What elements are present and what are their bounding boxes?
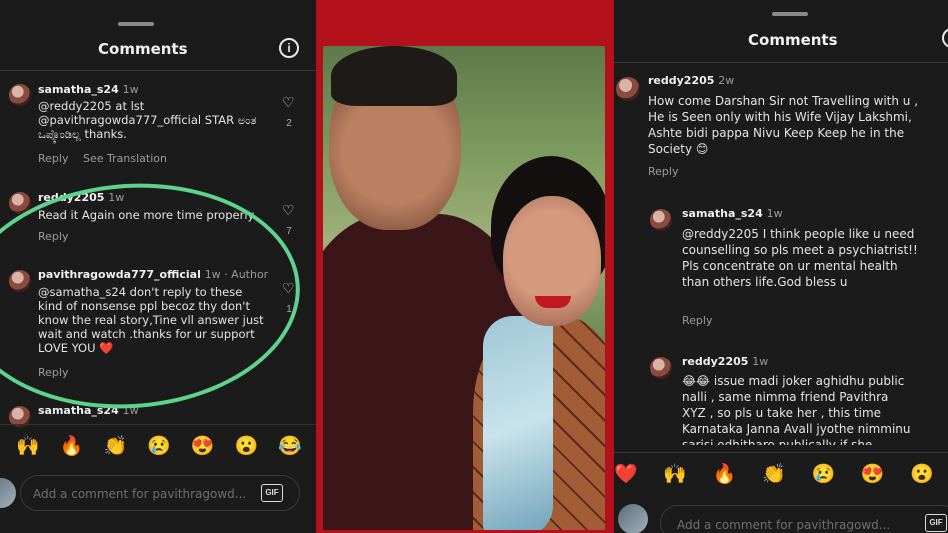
- comment-username[interactable]: samatha_s24 1w: [38, 83, 139, 96]
- emoji-button[interactable]: 🙌: [663, 462, 687, 486]
- woman-scarf: [483, 316, 553, 530]
- comment-username[interactable]: reddy2205 1w: [38, 191, 124, 204]
- emoji-button[interactable]: 😢: [812, 462, 836, 486]
- comment-text: @reddy2205 at lst @pavithragowda777_offi…: [38, 99, 257, 141]
- comments-title: Comments: [98, 40, 188, 58]
- emoji-divider: [0, 424, 316, 425]
- add-comment-input[interactable]: Add a comment for pavithragowd... GIF: [660, 505, 948, 533]
- avatar[interactable]: [9, 270, 31, 292]
- like-heart-icon[interactable]: ♡: [282, 280, 295, 297]
- reply-button[interactable]: Reply: [38, 366, 68, 379]
- avatar[interactable]: [616, 77, 640, 101]
- man-hair: [331, 46, 457, 106]
- photo-frame: [316, 0, 614, 533]
- add-comment-placeholder: Add a comment for pavithragowd...: [677, 518, 891, 532]
- like-count: 2: [286, 118, 292, 129]
- comment-text: 😂😂 issue madi joker aghidhu public nalli…: [682, 374, 911, 445]
- emoji-button[interactable]: 😍: [861, 462, 885, 486]
- emoji-reaction-bar: ❤️ 🙌 🔥 👏 😢 😍 😮: [614, 462, 934, 486]
- avatar[interactable]: [9, 192, 31, 214]
- emoji-button[interactable]: ❤️: [614, 462, 638, 486]
- like-count: 1: [286, 304, 292, 315]
- emoji-button[interactable]: 👏: [762, 462, 786, 486]
- left-comments-panel: Comments i samatha_s24 1w @reddy2205 at …: [0, 0, 316, 533]
- avatar[interactable]: [9, 84, 31, 106]
- drag-handle[interactable]: [772, 12, 808, 16]
- user-avatar: [618, 504, 648, 533]
- comment-text: @reddy2205 I think people like u need co…: [682, 227, 918, 289]
- see-translation-button[interactable]: See Translation: [83, 152, 167, 165]
- user-avatar: [0, 478, 16, 508]
- reply-button[interactable]: Reply: [38, 152, 68, 165]
- add-comment-placeholder: Add a comment for pavithragowd...: [33, 487, 247, 501]
- comment-text: Read it Again one more time properly: [38, 208, 255, 222]
- emoji-button[interactable]: 😂: [278, 434, 302, 458]
- comment-text: How come Darshan Sir not Travelling with…: [648, 94, 919, 156]
- header-divider: [614, 62, 948, 63]
- emoji-button[interactable]: 😍: [191, 434, 215, 458]
- emoji-button[interactable]: 🔥: [60, 434, 84, 458]
- emoji-button[interactable]: 👏: [103, 434, 127, 458]
- drag-handle[interactable]: [118, 22, 154, 26]
- info-icon[interactable]: i: [279, 38, 299, 58]
- emoji-button[interactable]: 😢: [147, 434, 171, 458]
- like-heart-icon[interactable]: ♡: [282, 202, 295, 219]
- gif-button[interactable]: GIF: [925, 514, 947, 532]
- comments-title: Comments: [748, 31, 838, 49]
- reply-button[interactable]: Reply: [682, 314, 712, 327]
- emoji-button[interactable]: 😮: [235, 434, 259, 458]
- emoji-button[interactable]: 🙌: [16, 434, 40, 458]
- emoji-button[interactable]: 😮: [910, 462, 934, 486]
- comment-username[interactable]: samatha_s24 1w: [682, 207, 783, 220]
- right-comments-panel: Comments i reddy2205 2w How come Darshan…: [614, 0, 948, 533]
- avatar[interactable]: [650, 357, 672, 379]
- emoji-divider: [614, 452, 948, 453]
- header-divider: [0, 70, 316, 71]
- gif-button[interactable]: GIF: [261, 484, 283, 502]
- emoji-reaction-bar: 🙌 🔥 👏 😢 😍 😮 😂: [16, 434, 302, 458]
- add-comment-input[interactable]: Add a comment for pavithragowd... GIF: [20, 475, 300, 511]
- like-heart-icon[interactable]: ♡: [282, 94, 295, 111]
- comment-username[interactable]: reddy2205 2w: [648, 74, 734, 87]
- comment-username[interactable]: pavithragowda777_official 1w · Author: [38, 268, 268, 281]
- comment-text: @samatha_s24 don't reply to these kind o…: [38, 285, 264, 355]
- info-icon[interactable]: i: [942, 28, 948, 48]
- reply-button[interactable]: Reply: [648, 165, 678, 178]
- like-count: 7: [286, 226, 292, 237]
- couple-photo: [323, 46, 605, 530]
- emoji-button[interactable]: 🔥: [713, 462, 737, 486]
- avatar[interactable]: [650, 209, 672, 231]
- reply-button[interactable]: Reply: [38, 230, 68, 243]
- comment-username[interactable]: samatha_s24 1w: [38, 404, 139, 417]
- comment-username[interactable]: reddy2205 1w: [682, 355, 768, 368]
